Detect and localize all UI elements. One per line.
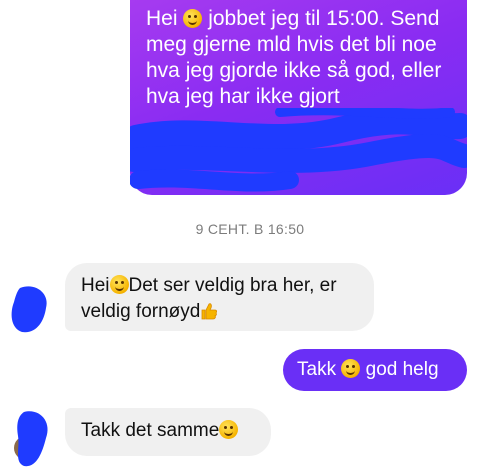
smiling-face-emoji-icon [183, 9, 203, 28]
blush-emoji-icon [109, 275, 129, 294]
message-line: hva jeg har ikke gjort [146, 85, 340, 108]
message-line: Hei jobbet jeg til 15:00. Send [146, 7, 440, 30]
contact-avatar[interactable] [6, 408, 54, 470]
blush-emoji-icon [219, 420, 239, 439]
incoming-message-bubble[interactable]: Takk det samme [65, 408, 271, 456]
contact-avatar[interactable] [6, 282, 54, 338]
smiling-face-emoji-icon [341, 359, 361, 378]
outgoing-message-bubble[interactable]: Takk god helg [283, 349, 467, 391]
message-line: hva jeg gjorde ikke så god, eller [146, 59, 442, 82]
thumbs-up-emoji-icon [201, 303, 218, 320]
message-line: meg gjerne mld hvis det bli noe [146, 33, 437, 56]
outgoing-message-bubble[interactable]: Hei jobbet jeg til 15:00. Send meg gjern… [130, 0, 467, 195]
message-line: veldig fornøyd [81, 299, 358, 325]
message-line: Hei Det ser veldig bra her, er [81, 275, 337, 296]
timestamp: 9 СЕНТ. В 16:50 [195, 221, 305, 237]
incoming-message-bubble[interactable]: Hei Det ser veldig bra her, er veldig for… [65, 263, 374, 331]
